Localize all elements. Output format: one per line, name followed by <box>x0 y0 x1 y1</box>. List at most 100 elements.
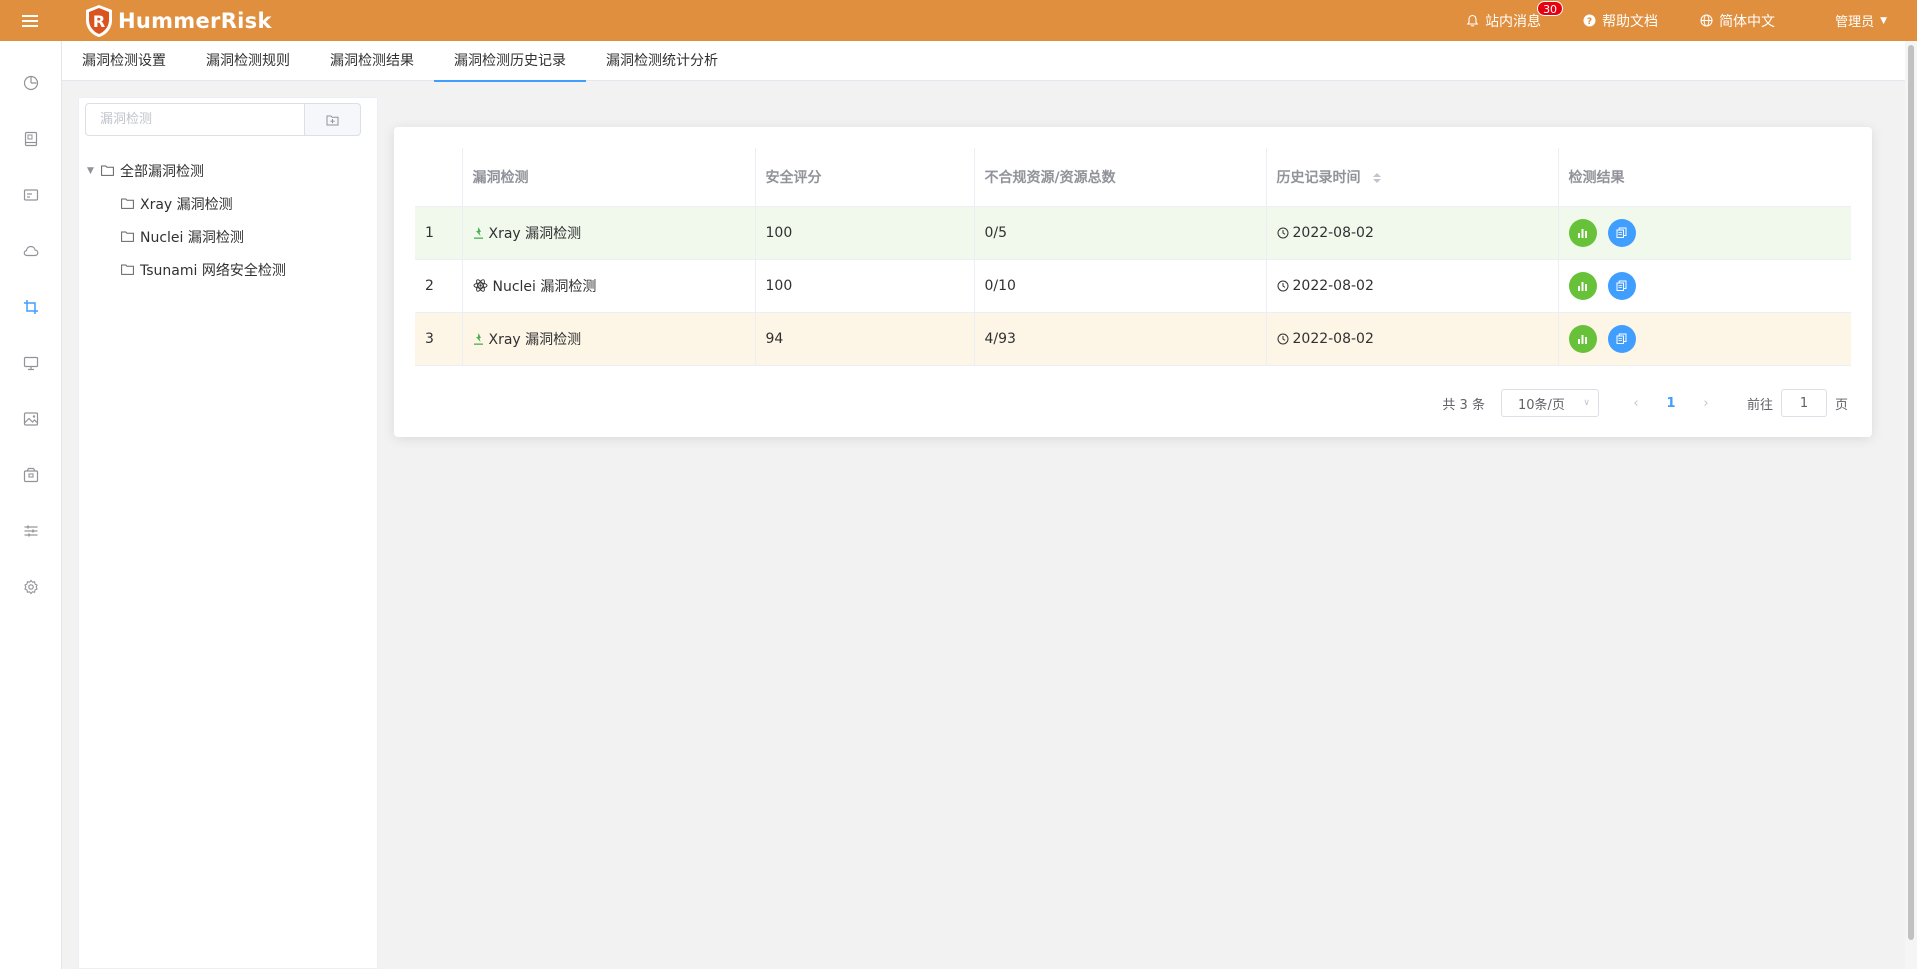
sidenav-settings[interactable] <box>0 559 61 615</box>
view-statistics-button[interactable] <box>1568 324 1597 353</box>
page-size-value: 10条/页 <box>1517 397 1565 413</box>
chevron-down-icon: ∨ <box>1583 398 1590 408</box>
row-name: Xray 漏洞检测 <box>488 225 582 242</box>
sidenav-vuln-active[interactable] <box>0 279 61 335</box>
pagination-total: 共 3 条 <box>1442 397 1485 413</box>
row-actions <box>1558 206 1851 260</box>
bar-chart-icon <box>1578 334 1587 344</box>
sidenav-book[interactable] <box>0 111 61 167</box>
tree-node-xray[interactable]: Xray 漏洞检测 <box>79 187 377 220</box>
sidenav-image[interactable] <box>0 391 61 447</box>
settings-icon <box>23 579 38 595</box>
tree-node-label: Nuclei 漏洞检测 <box>140 229 244 246</box>
monitor-icon <box>23 356 38 371</box>
table-header-row: 漏洞检测 安全评分 不合规资源/资源总数 历史记录时间 检测结果 <box>415 148 1851 207</box>
tree-node-label: Xray 漏洞检测 <box>140 196 233 213</box>
caret-down-icon: ▼ <box>1880 15 1887 26</box>
xray-plugin-icon <box>473 226 483 239</box>
clock-icon <box>1277 280 1288 291</box>
book-icon <box>24 131 37 147</box>
row-actions <box>1558 259 1851 313</box>
folder-icon <box>121 198 134 209</box>
image-icon <box>23 412 38 426</box>
messages-badge: 30 <box>1537 0 1564 16</box>
row-name-cell: Xray 漏洞检测 <box>462 312 756 366</box>
row-ratio: 4/93 <box>974 312 1267 366</box>
language-switcher[interactable]: 简体中文 <box>1700 11 1775 31</box>
view-details-button[interactable] <box>1607 324 1636 353</box>
row-time: 2022-08-02 <box>1292 224 1374 241</box>
goto-page-input[interactable] <box>1780 389 1827 417</box>
row-score: 94 <box>755 312 975 366</box>
sidenav-dashboard[interactable] <box>0 55 61 111</box>
folder-icon <box>121 231 134 242</box>
caret-down-icon[interactable]: ▼ <box>87 166 101 176</box>
tree-node-tsunami[interactable]: Tsunami 网络安全检测 <box>79 253 377 286</box>
tree-node-label: Tsunami 网络安全检测 <box>140 262 286 279</box>
user-menu[interactable]: 管理员 ▼ <box>1835 11 1887 30</box>
header-name: 漏洞检测 <box>462 148 756 207</box>
svg-text:R: R <box>93 12 105 31</box>
svg-text:?: ? <box>1587 17 1592 27</box>
sidenav-sliders[interactable] <box>0 503 61 559</box>
scrollbar-thumb[interactable] <box>1908 45 1914 940</box>
table-row: 2 Nuclei 漏洞检测 100 0/10 2022-08-02 <box>415 259 1851 313</box>
sort-icon[interactable] <box>1373 172 1382 183</box>
copy-document-icon <box>1616 227 1627 238</box>
tab-vuln-settings[interactable]: 漏洞检测设置 <box>62 41 186 81</box>
module-tabs: 漏洞检测设置 漏洞检测规则 漏洞检测结果 漏洞检测历史记录 漏洞检测统计分析 <box>62 41 1917 82</box>
table-row: 1 Xray 漏洞检测 100 0/5 2022-08-02 <box>415 206 1851 260</box>
package-icon <box>23 467 38 483</box>
brand-logo[interactable]: R HummerRisk <box>84 4 272 38</box>
crop-icon <box>23 300 38 314</box>
add-folder-button[interactable] <box>305 103 361 136</box>
sidenav-package[interactable] <box>0 447 61 503</box>
brand-name: HummerRisk <box>118 8 272 33</box>
view-statistics-button[interactable] <box>1568 218 1597 247</box>
tree-node-root[interactable]: ▼ 全部漏洞检测 <box>79 154 377 187</box>
page-number-current[interactable]: 1 <box>1651 396 1691 411</box>
view-statistics-button[interactable] <box>1568 271 1597 300</box>
header-score: 安全评分 <box>755 148 975 207</box>
row-index: 3 <box>415 312 463 366</box>
view-details-button[interactable] <box>1607 218 1636 247</box>
prev-page-button[interactable]: ‹ <box>1621 396 1651 411</box>
tab-vuln-statistics[interactable]: 漏洞检测统计分析 <box>586 41 738 81</box>
sidenav-cloud[interactable] <box>0 223 61 279</box>
tab-vuln-results[interactable]: 漏洞检测结果 <box>310 41 434 81</box>
history-table-card: 漏洞检测 安全评分 不合规资源/资源总数 历史记录时间 检测结果 1 Xray … <box>394 127 1872 437</box>
tree-node-nuclei[interactable]: Nuclei 漏洞检测 <box>79 220 377 253</box>
globe-icon <box>1700 14 1713 27</box>
bell-icon <box>1466 14 1479 27</box>
tab-vuln-rules[interactable]: 漏洞检测规则 <box>186 41 310 81</box>
row-actions <box>1558 312 1851 366</box>
page-scrollbar[interactable] <box>1905 41 1917 969</box>
tab-vuln-history[interactable]: 漏洞检测历史记录 <box>434 41 586 82</box>
tree-node-label: 全部漏洞检测 <box>120 163 204 180</box>
cloud-icon <box>23 245 38 257</box>
folder-icon <box>121 264 134 275</box>
messages-link[interactable]: 站内消息 30 <box>1466 0 1564 31</box>
tree-search-input[interactable] <box>85 103 305 136</box>
row-time: 2022-08-02 <box>1292 277 1374 294</box>
clock-icon <box>1277 333 1288 344</box>
help-docs-link[interactable]: ? 帮助文档 <box>1583 11 1658 31</box>
id-card-icon <box>23 189 38 201</box>
page-jumper: 前往 页 <box>1747 389 1848 417</box>
row-index: 1 <box>415 206 463 260</box>
page-size-select[interactable]: 10条/页 ∨ <box>1500 389 1599 417</box>
hamburger-menu-icon[interactable] <box>0 0 60 41</box>
header-index <box>415 148 463 207</box>
header-time[interactable]: 历史记录时间 <box>1266 148 1559 207</box>
side-nav <box>0 41 62 969</box>
pagination: 共 3 条 10条/页 ∨ ‹ 1 › 前往 页 <box>1442 388 1848 418</box>
sidenav-monitor[interactable] <box>0 335 61 391</box>
sliders-icon <box>24 525 37 537</box>
clock-icon <box>1277 227 1288 238</box>
next-page-button[interactable]: › <box>1691 396 1721 411</box>
question-circle-icon: ? <box>1583 14 1596 27</box>
sidenav-card[interactable] <box>0 167 61 223</box>
row-index: 2 <box>415 259 463 313</box>
view-details-button[interactable] <box>1607 271 1636 300</box>
copy-document-icon <box>1616 333 1627 344</box>
